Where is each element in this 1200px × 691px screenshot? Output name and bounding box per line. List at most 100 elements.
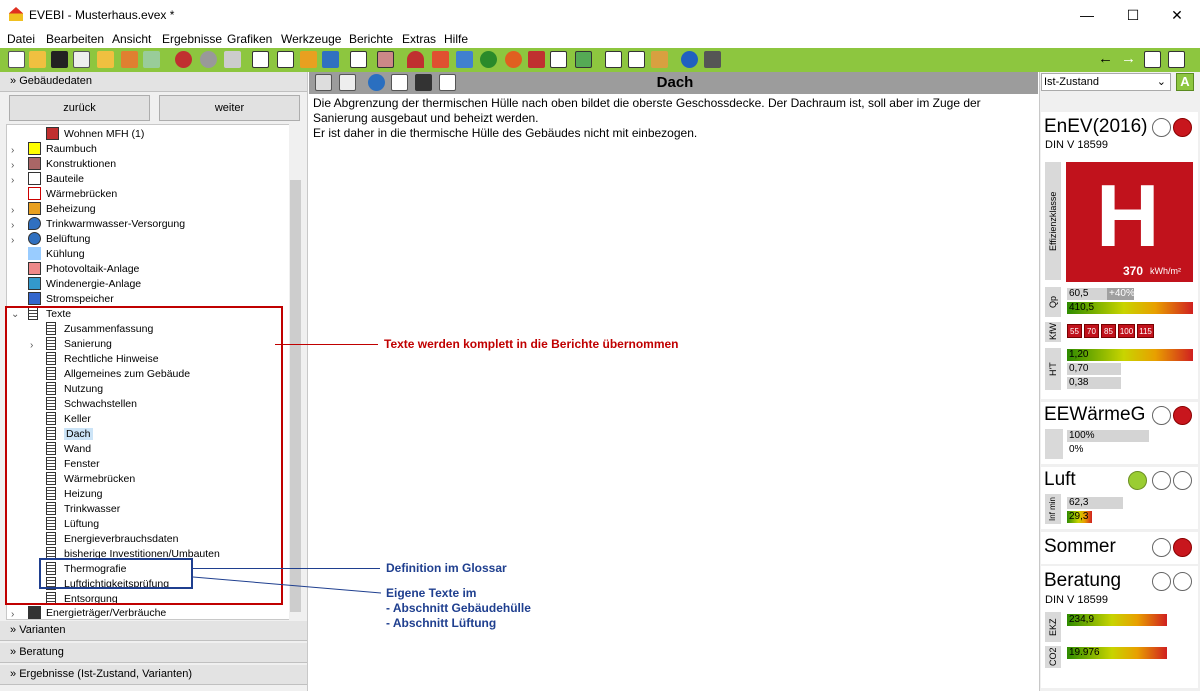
annotation-own-texts-2: - Abschnitt Gebäudehülle: [386, 601, 531, 615]
report-icon[interactable]: [605, 51, 622, 68]
menu-ansicht[interactable]: Ansicht: [112, 32, 151, 46]
minimize-button[interactable]: —: [1064, 0, 1110, 30]
page-icon[interactable]: [391, 74, 408, 91]
chevron-right-icon[interactable]: ›: [11, 235, 14, 246]
annotation-own-texts-1: Eigene Texte im: [386, 586, 477, 600]
tree-item[interactable]: Belüftung: [28, 232, 90, 247]
clipboard-icon[interactable]: [339, 74, 356, 91]
chevron-right-icon[interactable]: ›: [11, 220, 14, 231]
sum-blue-icon[interactable]: [322, 51, 339, 68]
chevron-right-icon[interactable]: ›: [11, 205, 14, 216]
kfw-55: 55: [1067, 324, 1082, 338]
menu-grafiken[interactable]: Grafiken: [227, 32, 272, 46]
new-file-icon[interactable]: [8, 51, 25, 68]
chevron-right-icon[interactable]: ›: [11, 609, 14, 620]
tree-icon[interactable]: [350, 51, 367, 68]
menu-datei[interactable]: Datei: [7, 32, 35, 46]
open-folder-icon[interactable]: [29, 51, 46, 68]
heating-icon[interactable]: [432, 51, 449, 68]
structure-icon[interactable]: [277, 51, 294, 68]
scrollbar-thumb[interactable]: [290, 180, 301, 612]
menu-extras[interactable]: Extras: [402, 32, 436, 46]
undo-icon[interactable]: [175, 51, 192, 68]
wind-icon: [28, 277, 41, 290]
tree-item[interactable]: Stromspeicher: [28, 292, 114, 307]
eewaermeg-title: EEWärmeG: [1044, 404, 1146, 425]
tree-item[interactable]: Konstruktionen: [28, 157, 116, 172]
maximize-button[interactable]: ☐: [1110, 0, 1156, 30]
tree-item[interactable]: Windenergie-Anlage: [28, 277, 141, 292]
menu-bearbeiten[interactable]: Bearbeiten: [46, 32, 104, 46]
back-arrow-icon[interactable]: ←: [1098, 50, 1113, 67]
redo-icon[interactable]: [200, 51, 217, 68]
tree-item[interactable]: Kühlung: [28, 247, 85, 262]
document-icon[interactable]: [252, 51, 269, 68]
section-varianten[interactable]: » Varianten: [0, 621, 307, 641]
window-title: EVEBI - Musterhaus.evex *: [29, 8, 175, 22]
battery-icon: [28, 292, 41, 305]
menu-berichte[interactable]: Berichte: [349, 32, 393, 46]
sum-orange-icon[interactable]: [300, 51, 317, 68]
next-button[interactable]: weiter: [159, 95, 300, 121]
camera-icon[interactable]: [415, 74, 432, 91]
bar-chart-icon[interactable]: [407, 51, 424, 68]
a-badge[interactable]: A: [1176, 73, 1194, 91]
co2-bar: 19.976: [1067, 647, 1167, 659]
edit-icon[interactable]: [651, 51, 668, 68]
status-circle-empty: [1152, 406, 1171, 425]
sun-icon[interactable]: [505, 51, 522, 68]
fan-icon: [28, 232, 41, 245]
efficiency-class-letter: H: [1096, 166, 1160, 265]
ee-label-box: [1045, 429, 1063, 459]
status-circle-red: [1173, 406, 1192, 425]
tree-item[interactable]: Energieträger/Verbräuche: [28, 606, 166, 619]
close-button[interactable]: ✕: [1154, 0, 1200, 30]
chevron-right-icon[interactable]: ›: [11, 145, 14, 156]
tree-item[interactable]: Trinkwarmwasser-Versorgung: [28, 217, 185, 232]
help-icon[interactable]: [681, 51, 698, 68]
lightning-icon[interactable]: [528, 51, 545, 68]
tree-item[interactable]: Wärmebrücken: [28, 187, 117, 202]
variant-dropdown[interactable]: Ist-Zustand ⌄: [1041, 73, 1171, 91]
tree-item[interactable]: Beheizung: [28, 202, 96, 217]
print-report-icon[interactable]: [628, 51, 645, 68]
calculator-icon[interactable]: [704, 51, 721, 68]
content-text[interactable]: Die Abgrenzung der thermischen Hülle nac…: [313, 96, 1038, 141]
export-icon[interactable]: [121, 51, 138, 68]
status-circle-red: [1173, 118, 1192, 137]
back-button[interactable]: zurück: [9, 95, 150, 121]
ladder-icon[interactable]: [377, 51, 394, 68]
euro-icon[interactable]: [575, 51, 592, 68]
chart-line-icon[interactable]: [1168, 51, 1185, 68]
water-icon[interactable]: [456, 51, 473, 68]
page-title: Dach: [656, 74, 694, 91]
annotation-texte: Texte werden komplett in die Berichte üb…: [384, 337, 679, 351]
menu-ergebnisse[interactable]: Ergebnisse: [162, 32, 222, 46]
wand-icon[interactable]: [224, 51, 241, 68]
forward-arrow-icon[interactable]: →: [1121, 50, 1136, 67]
menu-werkzeuge[interactable]: Werkzeuge: [281, 32, 341, 46]
tree-item[interactable]: Wohnen MFH (1): [46, 127, 144, 142]
house-icon[interactable]: [550, 51, 567, 68]
import-icon[interactable]: [97, 51, 114, 68]
refresh-icon[interactable]: [368, 74, 385, 91]
tree-item[interactable]: Bauteile: [28, 172, 84, 187]
section-beratung[interactable]: » Beratung: [0, 643, 307, 663]
exit-icon[interactable]: [1144, 51, 1161, 68]
menu-hilfe[interactable]: Hilfe: [444, 32, 468, 46]
save-icon[interactable]: [51, 51, 68, 68]
section-gebaeudedaten[interactable]: » Gebäudedaten: [0, 72, 307, 92]
graph-icon[interactable]: [439, 74, 456, 91]
chevron-right-icon[interactable]: ›: [11, 175, 14, 186]
section-ergebnisse[interactable]: » Ergebnisse (Ist-Zustand, Varianten): [0, 665, 307, 685]
ventilation-icon[interactable]: [480, 51, 497, 68]
house-icon: [46, 127, 59, 140]
tree-item[interactable]: Raumbuch: [28, 142, 97, 157]
snowflake-icon: [28, 247, 41, 260]
tree-item[interactable]: Photovoltaik-Anlage: [28, 262, 139, 277]
annotation-glossar: Definition im Glossar: [386, 561, 507, 575]
dena-icon[interactable]: [143, 51, 160, 68]
chevron-right-icon[interactable]: ›: [11, 160, 14, 171]
print-icon[interactable]: [315, 74, 332, 91]
copy-icon[interactable]: [73, 51, 90, 68]
